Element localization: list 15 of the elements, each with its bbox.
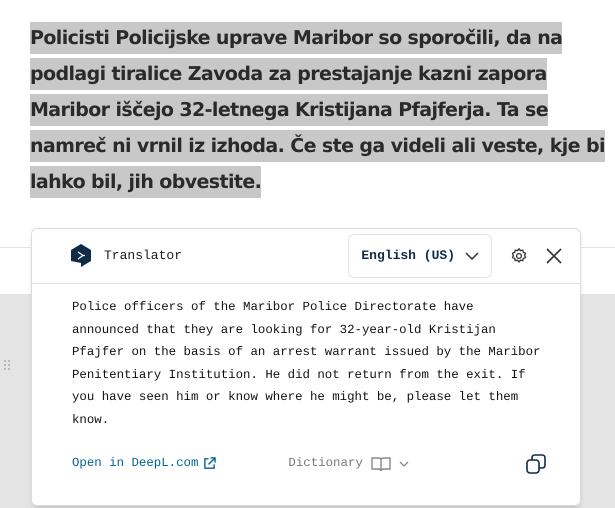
chevron-down-icon — [465, 252, 479, 260]
open-deepl-link[interactable]: Open in DeepL.com — [72, 454, 216, 473]
translation-text: Police officers of the Maribor Police Directorate have announced that they are looking for 32-year-old Kristijan Pfajfer on the basis of an arrest warrant issued by the Maribor Penitentiary Institution. He did not return from the exit. If you have seen him or know where he might be, please let them know. — [72, 299, 542, 429]
copy-button[interactable] — [524, 452, 548, 476]
external-link-icon — [203, 457, 216, 470]
settings-icon — [510, 247, 528, 265]
book-icon — [370, 456, 391, 472]
translator-title: Translator — [104, 247, 182, 266]
logo-icon — [70, 244, 92, 268]
chevron-down-icon — [398, 460, 409, 467]
dictionary-button[interactable]: Dictionary — [288, 454, 409, 473]
language-select[interactable]: English (US) — [348, 234, 492, 278]
drag-handle-icon — [4, 360, 10, 370]
close-icon — [546, 248, 562, 264]
copy-icon — [526, 454, 546, 474]
